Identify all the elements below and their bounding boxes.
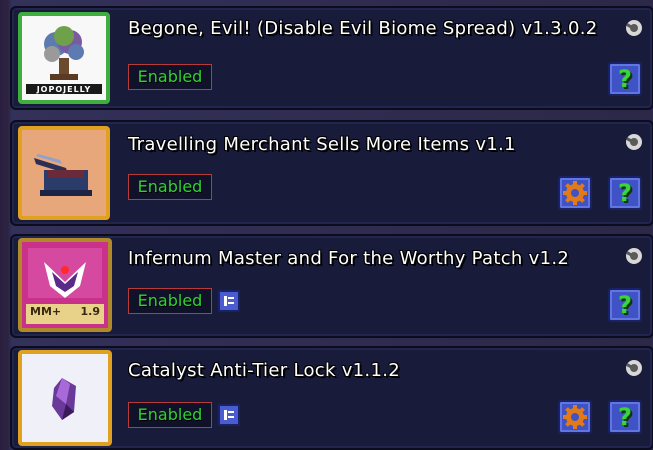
- icon-watermark: JOPOJELLY: [36, 85, 92, 94]
- steam-workshop-icon: [626, 134, 642, 150]
- merchant-hat-icon: [34, 154, 92, 196]
- mod-row-begone-evil[interactable]: JOPOJELLY Begone, Evil! (Disable Evil Bi…: [10, 6, 653, 110]
- mod-icon-frame: [18, 350, 112, 446]
- mod-row-infernum-patch[interactable]: MM+ 1.9 Infernum Master and For the Wort…: [10, 234, 653, 338]
- purple-crystal-icon: [52, 378, 76, 420]
- steam-workshop-icon: [626, 248, 642, 264]
- config-button[interactable]: [558, 176, 592, 210]
- icon-badge-right: 1.9: [80, 305, 101, 318]
- gear-icon: [563, 405, 587, 429]
- help-icon: ?: [618, 65, 632, 93]
- mod-row-travelling-merchant[interactable]: Travelling Merchant Sells More Items v1.…: [10, 120, 653, 226]
- gear-icon: [563, 181, 587, 205]
- description-button[interactable]: [218, 290, 240, 312]
- steam-workshop-icon: [626, 360, 642, 376]
- mod-icon-frame: MM+ 1.9: [18, 238, 112, 332]
- description-button[interactable]: [218, 404, 240, 426]
- enabled-toggle[interactable]: Enabled: [128, 174, 212, 200]
- steam-workshop-icon: [626, 20, 642, 36]
- config-button[interactable]: [558, 400, 592, 434]
- document-icon: [224, 410, 234, 420]
- document-icon: [224, 296, 234, 306]
- mod-icon-frame: [18, 126, 110, 220]
- help-icon: ?: [618, 403, 632, 431]
- help-button[interactable]: ?: [608, 62, 642, 96]
- mod-title: Infernum Master and For the Worthy Patch…: [128, 248, 570, 269]
- enabled-toggle[interactable]: Enabled: [128, 64, 212, 90]
- help-button[interactable]: ?: [608, 400, 642, 434]
- mod-icon-frame: JOPOJELLY: [18, 12, 110, 104]
- help-button[interactable]: ?: [608, 288, 642, 322]
- mod-title: Travelling Merchant Sells More Items v1.…: [128, 134, 516, 155]
- enabled-toggle[interactable]: Enabled: [128, 402, 212, 428]
- help-icon: ?: [618, 291, 632, 319]
- icon-badge-left: MM+: [30, 305, 62, 318]
- enabled-toggle[interactable]: Enabled: [128, 288, 212, 314]
- help-button[interactable]: ?: [608, 176, 642, 210]
- mod-row-catalyst[interactable]: Catalyst Anti-Tier Lock v1.1.2 Enabled ?: [10, 346, 653, 450]
- mod-title: Catalyst Anti-Tier Lock v1.1.2: [128, 360, 400, 381]
- help-icon: ?: [618, 179, 632, 207]
- mod-title: Begone, Evil! (Disable Evil Biome Spread…: [128, 18, 598, 39]
